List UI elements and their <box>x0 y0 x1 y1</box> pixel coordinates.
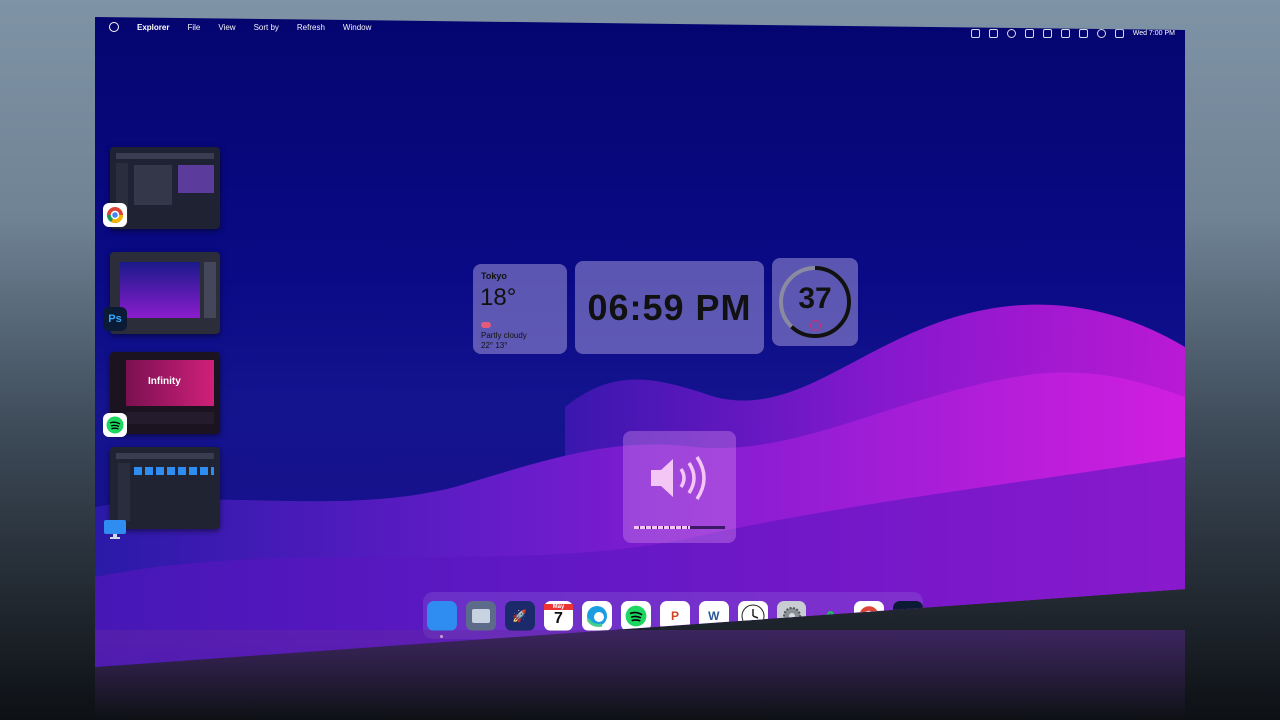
weather-temperature: 18° <box>480 284 517 311</box>
battery-icon[interactable] <box>988 29 998 38</box>
dock-settings-icon[interactable] <box>776 600 807 631</box>
weather-range: 22° 13° <box>481 341 508 350</box>
dock-clock-icon[interactable] <box>737 600 768 631</box>
phone-icon[interactable] <box>1024 29 1034 38</box>
user-icon[interactable] <box>1006 29 1016 38</box>
cloud-icon <box>481 322 491 328</box>
clock-widget[interactable]: 06:59 PM <box>575 261 764 354</box>
desktop-screen: Explorer File View Sort by Refresh Windo… <box>95 17 1185 667</box>
system-tray: Wed 7:00 PM <box>970 29 1175 38</box>
menu-refresh[interactable]: Refresh <box>297 23 325 32</box>
volume-icon[interactable] <box>1060 29 1070 38</box>
chrome-icon[interactable] <box>103 203 127 227</box>
volume-fill <box>634 526 691 529</box>
eject-icon[interactable] <box>1078 29 1088 38</box>
gauge-value: 37 <box>798 282 832 315</box>
gauge-icon <box>810 320 821 331</box>
dock-explorer-icon[interactable] <box>427 600 457 638</box>
dock-chrome-icon[interactable] <box>854 600 885 638</box>
spotify-icon[interactable] <box>103 413 127 437</box>
spotify-thumbnail-title: Infinity <box>148 376 181 387</box>
system-logo-icon[interactable] <box>109 22 119 32</box>
display-icon[interactable] <box>1042 29 1052 38</box>
menu-sort-by[interactable]: Sort by <box>254 23 279 32</box>
control-center-icon[interactable] <box>1114 29 1124 38</box>
menu-view[interactable]: View <box>218 23 235 32</box>
speaker-icon <box>651 456 706 500</box>
bluetooth-icon[interactable] <box>970 29 980 38</box>
dock-launchpad-icon[interactable]: 🚀 <box>504 600 535 631</box>
weather-condition: Partly cloudy <box>481 331 527 340</box>
tray-clock[interactable]: Wed 7:00 PM <box>1133 30 1175 37</box>
dock-photoshop-icon[interactable]: Ps <box>893 600 923 631</box>
clock-time: 06:59 PM <box>587 286 752 328</box>
dock-spotify-icon[interactable] <box>621 600 652 631</box>
app-name[interactable]: Explorer <box>137 23 169 32</box>
window-thumbnail-explorer[interactable] <box>110 447 220 529</box>
desk-reflection <box>95 630 1185 720</box>
dock-calendar-icon[interactable]: May 7 <box>543 600 574 631</box>
volume-track <box>634 526 725 529</box>
weather-widget[interactable]: Tokyo 18° Partly cloudy 22° 13° <box>473 264 567 354</box>
monitor-icon[interactable] <box>103 517 127 541</box>
weather-city: Tokyo <box>481 271 507 281</box>
dock-finder-icon[interactable] <box>465 600 496 631</box>
gauge-widget[interactable]: 37 <box>772 258 858 346</box>
dock-word-icon[interactable]: W <box>698 600 729 631</box>
calendar-day: 7 <box>554 609 563 627</box>
volume-hud <box>623 431 736 543</box>
search-icon[interactable] <box>1096 29 1106 38</box>
dock-powerpoint-icon[interactable]: P <box>660 600 690 631</box>
photoshop-icon[interactable]: Ps <box>103 307 127 331</box>
menu-file[interactable]: File <box>187 23 200 32</box>
dock-recycle-bin-icon[interactable]: ♻ <box>815 601 845 631</box>
menu-window[interactable]: Window <box>343 23 371 32</box>
dock-edge-icon[interactable] <box>582 600 613 631</box>
